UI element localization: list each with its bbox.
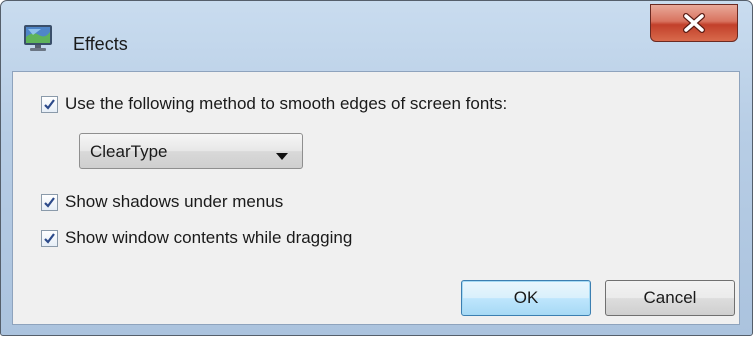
- title-bar[interactable]: Effects: [1, 1, 752, 71]
- checkmark-icon: [44, 232, 55, 244]
- smoothing-method-value: ClearType: [90, 142, 168, 161]
- drag-contents-checkbox[interactable]: [41, 229, 58, 247]
- drag-contents-option[interactable]: Show window contents while dragging: [41, 228, 352, 248]
- smooth-edges-label: Use the following method to smooth edges…: [65, 94, 508, 113]
- close-button[interactable]: [650, 4, 738, 42]
- ok-button[interactable]: OK: [461, 280, 591, 316]
- monitor-display-icon: [21, 23, 55, 53]
- window-title: Effects: [73, 34, 128, 54]
- checkmark-icon: [44, 98, 55, 110]
- smooth-edges-checkbox[interactable]: [41, 95, 58, 113]
- dialog-content: Use the following method to smooth edges…: [12, 71, 740, 325]
- shadows-label: Show shadows under menus: [65, 192, 284, 211]
- chevron-down-icon: [276, 148, 288, 166]
- smoothing-method-select[interactable]: ClearType: [79, 133, 303, 169]
- close-icon: [682, 13, 706, 33]
- cancel-button[interactable]: Cancel: [605, 280, 735, 316]
- shadows-option[interactable]: Show shadows under menus: [41, 192, 283, 212]
- drag-contents-label: Show window contents while dragging: [65, 228, 353, 247]
- smooth-edges-option[interactable]: Use the following method to smooth edges…: [41, 94, 507, 114]
- shadows-checkbox[interactable]: [41, 193, 58, 211]
- effects-dialog: Effects Use the following method to smoo…: [0, 0, 753, 336]
- checkmark-icon: [44, 196, 55, 208]
